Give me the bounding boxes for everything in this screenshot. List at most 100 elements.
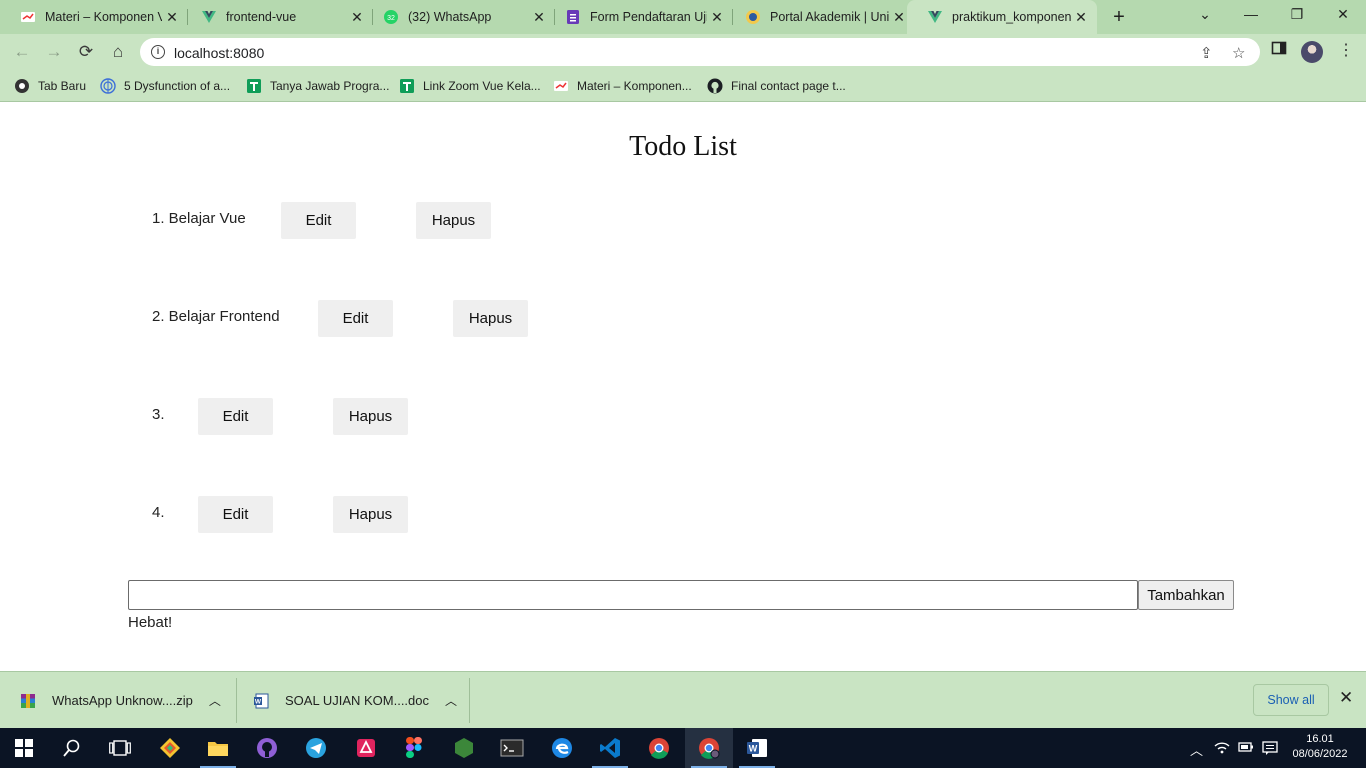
chrome-profile-icon[interactable] bbox=[685, 728, 733, 768]
delete-button[interactable]: Hapus bbox=[416, 202, 491, 239]
sheets-icon bbox=[246, 78, 262, 94]
chrome-icon[interactable] bbox=[635, 728, 683, 768]
tab-materi[interactable]: Materi – Komponen V ✕ bbox=[0, 0, 188, 34]
chevron-up-icon[interactable]: ︿ bbox=[445, 692, 457, 709]
bookmark-final-contact[interactable]: Final contact page t... bbox=[707, 77, 846, 95]
forward-arrow-icon[interactable]: → bbox=[42, 40, 66, 64]
download-divider bbox=[469, 678, 470, 723]
tab-form-pendaftaran[interactable]: Form Pendaftaran Ujia ✕ bbox=[545, 0, 733, 34]
profile-avatar[interactable] bbox=[1301, 41, 1323, 63]
close-icon[interactable]: ✕ bbox=[1339, 688, 1353, 708]
git-kraken-icon[interactable] bbox=[146, 728, 194, 768]
delete-button[interactable]: Hapus bbox=[333, 398, 408, 435]
postman-icon[interactable] bbox=[342, 728, 390, 768]
github-desktop-icon[interactable] bbox=[243, 728, 291, 768]
edit-button[interactable]: Edit bbox=[281, 202, 356, 239]
add-todo-button[interactable]: Tambahkan bbox=[1138, 580, 1234, 610]
close-icon[interactable]: ✕ bbox=[162, 9, 182, 26]
edit-button[interactable]: Edit bbox=[198, 398, 273, 435]
file-explorer-icon[interactable] bbox=[194, 728, 242, 768]
bookmark-tanya-jawab[interactable]: Tanya Jawab Progra... bbox=[246, 77, 389, 95]
show-all-button[interactable]: Show all bbox=[1253, 684, 1329, 716]
edit-button[interactable]: Edit bbox=[198, 496, 273, 533]
todo-text: 2. Belajar Frontend bbox=[152, 308, 280, 325]
chevron-up-icon[interactable]: ︿ bbox=[209, 692, 221, 709]
back-arrow-icon[interactable]: ← bbox=[10, 40, 34, 64]
download-item[interactable]: WhatsApp Unknow....zip ︿ bbox=[20, 672, 221, 729]
edge-icon[interactable] bbox=[538, 728, 586, 768]
materi-icon bbox=[553, 78, 569, 94]
tab-search-chevron-icon[interactable]: ⌄ bbox=[1182, 0, 1228, 30]
tab-title: praktikum_komponen bbox=[952, 10, 1071, 24]
tab-praktikum-komponen[interactable]: praktikum_komponen ✕ bbox=[907, 0, 1097, 34]
sheets-icon bbox=[399, 78, 415, 94]
battery-icon[interactable] bbox=[1238, 740, 1254, 757]
home-icon[interactable]: ⌂ bbox=[106, 40, 130, 64]
vue-favicon bbox=[201, 9, 217, 25]
globe-icon bbox=[100, 78, 116, 94]
notification-icon[interactable] bbox=[1262, 740, 1278, 759]
bookmark-label: Tab Baru bbox=[38, 79, 87, 93]
tab-title: Form Pendaftaran Ujia bbox=[590, 10, 707, 24]
word-icon[interactable]: W bbox=[733, 728, 781, 768]
tab-title: Portal Akademik | Univ bbox=[770, 10, 889, 24]
window-close-icon[interactable]: ✕ bbox=[1320, 0, 1366, 30]
restore-icon[interactable]: ❐ bbox=[1274, 0, 1320, 30]
tab-whatsapp[interactable]: 32 (32) WhatsApp ✕ bbox=[363, 0, 555, 34]
download-filename: WhatsApp Unknow....zip bbox=[52, 693, 193, 708]
vscode-icon[interactable] bbox=[586, 728, 634, 768]
download-item[interactable]: W SOAL UJIAN KOM....doc ︿ bbox=[253, 672, 457, 729]
minimize-icon[interactable]: — bbox=[1228, 0, 1274, 30]
todo-text: 3. bbox=[152, 406, 165, 423]
close-icon[interactable]: ✕ bbox=[889, 9, 909, 26]
tray-chevron-up-icon[interactable]: ︿ bbox=[1190, 740, 1203, 759]
close-icon[interactable]: ✕ bbox=[707, 9, 727, 26]
download-bar: WhatsApp Unknow....zip ︿ W SOAL UJIAN KO… bbox=[0, 671, 1366, 728]
bookmark-tab-baru[interactable]: Tab Baru bbox=[14, 77, 86, 95]
delete-button[interactable]: Hapus bbox=[333, 496, 408, 533]
page-title: Todo List bbox=[629, 131, 737, 162]
side-panel-icon[interactable] bbox=[1271, 40, 1287, 61]
clock-date: 08/06/2022 bbox=[1292, 748, 1348, 760]
new-todo-input[interactable] bbox=[128, 580, 1138, 610]
tab-portal-akademik[interactable]: Portal Akademik | Univ ✕ bbox=[725, 0, 915, 34]
bookmark-label: Tanya Jawab Progra... bbox=[270, 79, 390, 93]
address-bar[interactable]: i localhost:8080 ⇪ ☆ bbox=[140, 38, 1260, 66]
chrome-icon bbox=[14, 78, 30, 94]
wifi-icon[interactable] bbox=[1214, 740, 1230, 757]
telegram-icon[interactable] bbox=[292, 728, 340, 768]
bookmark-dysfunction[interactable]: 5 Dysfunction of a... bbox=[100, 77, 230, 95]
tab-frontend-vue[interactable]: frontend-vue ✕ bbox=[181, 0, 373, 34]
terminal-icon[interactable] bbox=[488, 728, 536, 768]
task-view-icon[interactable] bbox=[96, 728, 144, 768]
kebab-menu-icon[interactable]: ⋮ bbox=[1338, 40, 1354, 60]
tab-title: (32) WhatsApp bbox=[408, 10, 492, 24]
svg-text:32: 32 bbox=[387, 15, 395, 22]
delete-button[interactable]: Hapus bbox=[453, 300, 528, 337]
materi-favicon bbox=[20, 9, 36, 25]
svg-text:W: W bbox=[255, 698, 262, 705]
search-icon[interactable] bbox=[48, 728, 96, 768]
todo-text: 1. Belajar Vue bbox=[152, 210, 246, 227]
github-icon bbox=[707, 78, 723, 94]
windows-logo-icon bbox=[15, 739, 33, 757]
bookmark-label: 5 Dysfunction of a... bbox=[124, 79, 231, 93]
bookmark-link-zoom[interactable]: Link Zoom Vue Kela... bbox=[399, 77, 541, 95]
vue-favicon bbox=[927, 9, 943, 25]
system-clock[interactable]: 16.01 08/06/2022 bbox=[1288, 732, 1352, 762]
todo-text: 4. bbox=[152, 504, 165, 521]
figma-icon[interactable] bbox=[390, 728, 438, 768]
share-icon[interactable]: ⇪ bbox=[1200, 44, 1213, 62]
site-info-icon[interactable]: i bbox=[151, 45, 165, 59]
start-button[interactable] bbox=[0, 728, 48, 768]
portal-favicon bbox=[745, 9, 761, 25]
reload-icon[interactable]: ⟳ bbox=[74, 40, 98, 64]
edit-button[interactable]: Edit bbox=[318, 300, 393, 337]
new-tab-button[interactable]: + bbox=[1108, 6, 1130, 28]
bookmark-star-icon[interactable]: ☆ bbox=[1232, 44, 1245, 62]
nodejs-icon[interactable] bbox=[440, 728, 488, 768]
windows-taskbar: W ︿ 16.01 08/06/2022 bbox=[0, 728, 1366, 768]
close-icon[interactable]: ✕ bbox=[1071, 9, 1091, 26]
bookmark-materi[interactable]: Materi – Komponen... bbox=[553, 77, 692, 95]
word-doc-icon: W bbox=[253, 693, 269, 709]
